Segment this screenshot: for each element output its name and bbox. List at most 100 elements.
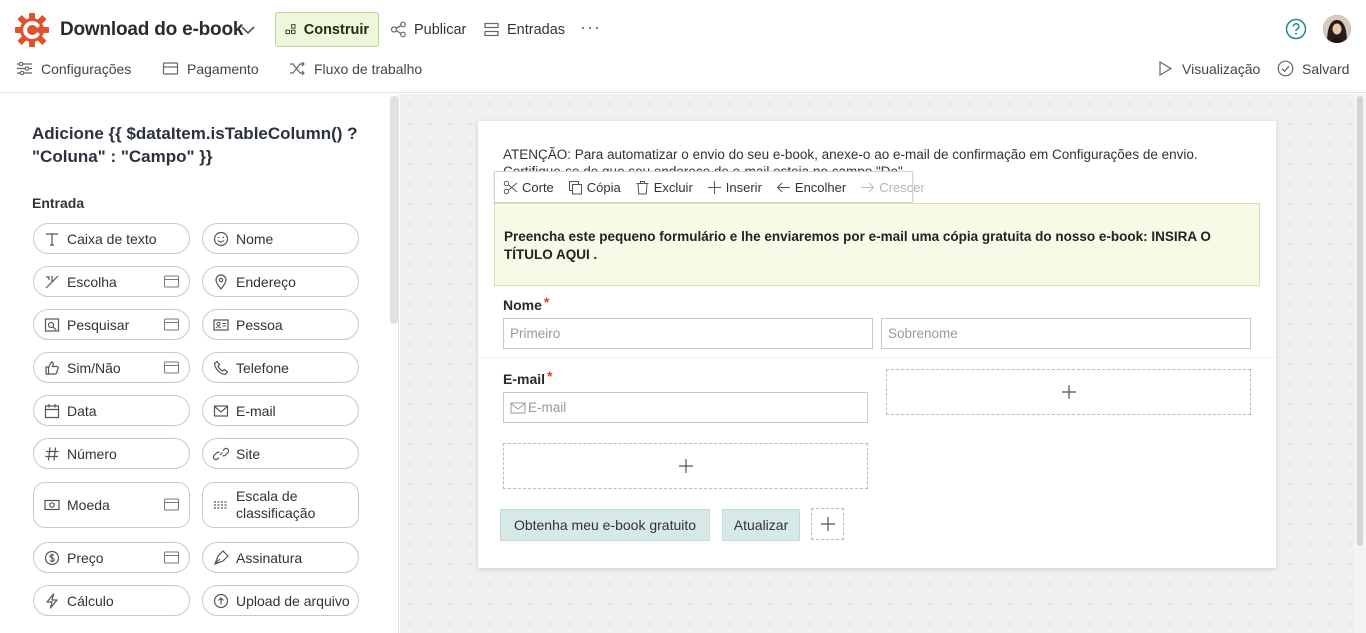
dollar-circle-icon [44, 550, 60, 565]
field-name[interactable]: Nome [202, 223, 359, 254]
workflow-label: Fluxo de trabalho [314, 60, 423, 77]
email-input[interactable]: E-mail [503, 392, 868, 423]
card-icon [164, 551, 179, 564]
tab-entries[interactable]: Entradas [474, 12, 574, 47]
insert-label: Inserir [725, 179, 762, 195]
field-phone[interactable]: Telefone [202, 352, 359, 383]
top-bar: Download do e-book Construir Publicar En… [0, 0, 1366, 93]
hash-icon [45, 446, 59, 461]
share-icon [390, 21, 406, 38]
field-email[interactable]: E-mail [202, 395, 359, 426]
user-avatar-icon [1323, 15, 1351, 43]
field-textbox[interactable]: Caixa de texto [33, 223, 190, 254]
field-yesno[interactable]: Sim/Não [33, 352, 190, 383]
field-label: Preço [67, 549, 104, 566]
search-card-icon [44, 317, 60, 332]
sidebar-scrollbar[interactable] [390, 96, 398, 324]
settings-button[interactable]: Configurações [16, 60, 131, 77]
field-price[interactable]: Preço [33, 542, 190, 573]
field-label: Nome [236, 230, 274, 247]
field-label: Número [67, 445, 117, 462]
intro-banner[interactable]: Preencha este pequeno formulário e lhe e… [494, 203, 1260, 286]
cash-icon [44, 499, 60, 511]
field-label: Caixa de texto [67, 230, 157, 247]
envelope-icon [510, 402, 526, 413]
preview-button[interactable]: Visualização [1157, 60, 1260, 77]
arrow-right-icon [861, 182, 875, 192]
workflow-button[interactable]: Fluxo de trabalho [289, 60, 422, 77]
delete-button[interactable]: Excluir [635, 180, 693, 195]
add-button-slot[interactable] [811, 508, 844, 540]
text-icon [46, 232, 58, 246]
field-choice[interactable]: Escolha [33, 266, 190, 297]
field-label: Moeda [67, 497, 110, 513]
cut-button[interactable]: Corte [503, 180, 554, 195]
grow-label: Crescer [879, 179, 925, 195]
grow-button[interactable]: Crescer [860, 180, 925, 195]
add-field-slot[interactable] [886, 369, 1251, 415]
field-label: Escolha [67, 273, 117, 290]
preview-label: Visualização [1182, 60, 1261, 77]
cut-label: Corte [522, 179, 554, 195]
trash-icon [636, 180, 649, 194]
last-name-placeholder: Sobrenome [888, 326, 958, 341]
field-number[interactable]: Número [33, 438, 190, 469]
card-icon [164, 275, 179, 288]
last-name-input[interactable]: Sobrenome [881, 318, 1251, 349]
app-logo-icon[interactable] [15, 13, 49, 47]
field-address[interactable]: Endereço [202, 266, 359, 297]
copy-icon [568, 180, 582, 194]
field-label: Telefone [236, 359, 289, 376]
field-calculation[interactable]: Cálculo [33, 585, 190, 616]
payment-button[interactable]: Pagamento [162, 60, 259, 77]
field-label: Escala de classificação [236, 488, 316, 521]
field-website[interactable]: Site [202, 438, 359, 469]
plus-icon [1061, 385, 1076, 399]
build-icon [285, 24, 296, 35]
field-date[interactable]: Data [33, 395, 190, 426]
canvas-scrollbar[interactable] [1354, 94, 1366, 633]
first-name-input[interactable]: Primeiro [503, 318, 873, 349]
saved-status: Salvard [1277, 60, 1349, 77]
required-mark: * [543, 294, 550, 310]
email-field-label: E-mail * [503, 368, 552, 387]
field-file-upload[interactable]: Upload de arquivo [202, 585, 359, 616]
submit-button[interactable]: Obtenha meu e-book gratuito [500, 509, 710, 541]
avatar[interactable] [1323, 15, 1351, 43]
sliders-icon [17, 61, 32, 76]
add-field-slot[interactable] [503, 443, 868, 489]
link-icon [213, 447, 229, 460]
more-menu-button[interactable]: ··· [571, 10, 610, 45]
chevron-down-icon[interactable] [240, 22, 256, 38]
row-divider [479, 357, 1275, 358]
update-button[interactable]: Atualizar [722, 509, 800, 541]
shrink-label: Encolher [794, 179, 847, 195]
field-label: Data [67, 402, 97, 419]
field-label: Site [236, 445, 261, 462]
lightning-icon [46, 592, 58, 609]
insert-button[interactable]: Inserir [707, 180, 762, 195]
email-placeholder: E-mail [528, 400, 567, 415]
thumbs-up-icon [45, 360, 59, 375]
calendar-icon [44, 403, 60, 418]
field-currency[interactable]: Moeda [33, 482, 190, 528]
pen-nib-icon [213, 549, 229, 565]
check-circle-icon [1277, 60, 1294, 77]
field-rating[interactable]: Escala de classificação [202, 482, 359, 528]
field-label: Sim/Não [67, 359, 121, 376]
field-lookup[interactable]: Pesquisar [33, 309, 190, 340]
location-pin-icon [215, 273, 227, 290]
field-signature[interactable]: Assinatura [202, 542, 359, 573]
tab-build[interactable]: Construir [275, 12, 379, 47]
field-person[interactable]: Pessoa [202, 309, 359, 340]
field-label: Pesquisar [67, 316, 130, 333]
element-toolbar: Corte Cópia Excluir Inserir Encolher Cre… [494, 171, 925, 203]
help-icon[interactable] [1285, 18, 1307, 40]
shrink-button[interactable]: Encolher [776, 180, 846, 195]
name-label-text: Nome [503, 297, 542, 313]
tab-publish[interactable]: Publicar [381, 12, 475, 47]
form-title[interactable]: Download do e-book [60, 19, 243, 41]
copy-button[interactable]: Cópia [568, 180, 621, 195]
play-icon [1159, 60, 1173, 77]
smile-icon [213, 231, 229, 246]
